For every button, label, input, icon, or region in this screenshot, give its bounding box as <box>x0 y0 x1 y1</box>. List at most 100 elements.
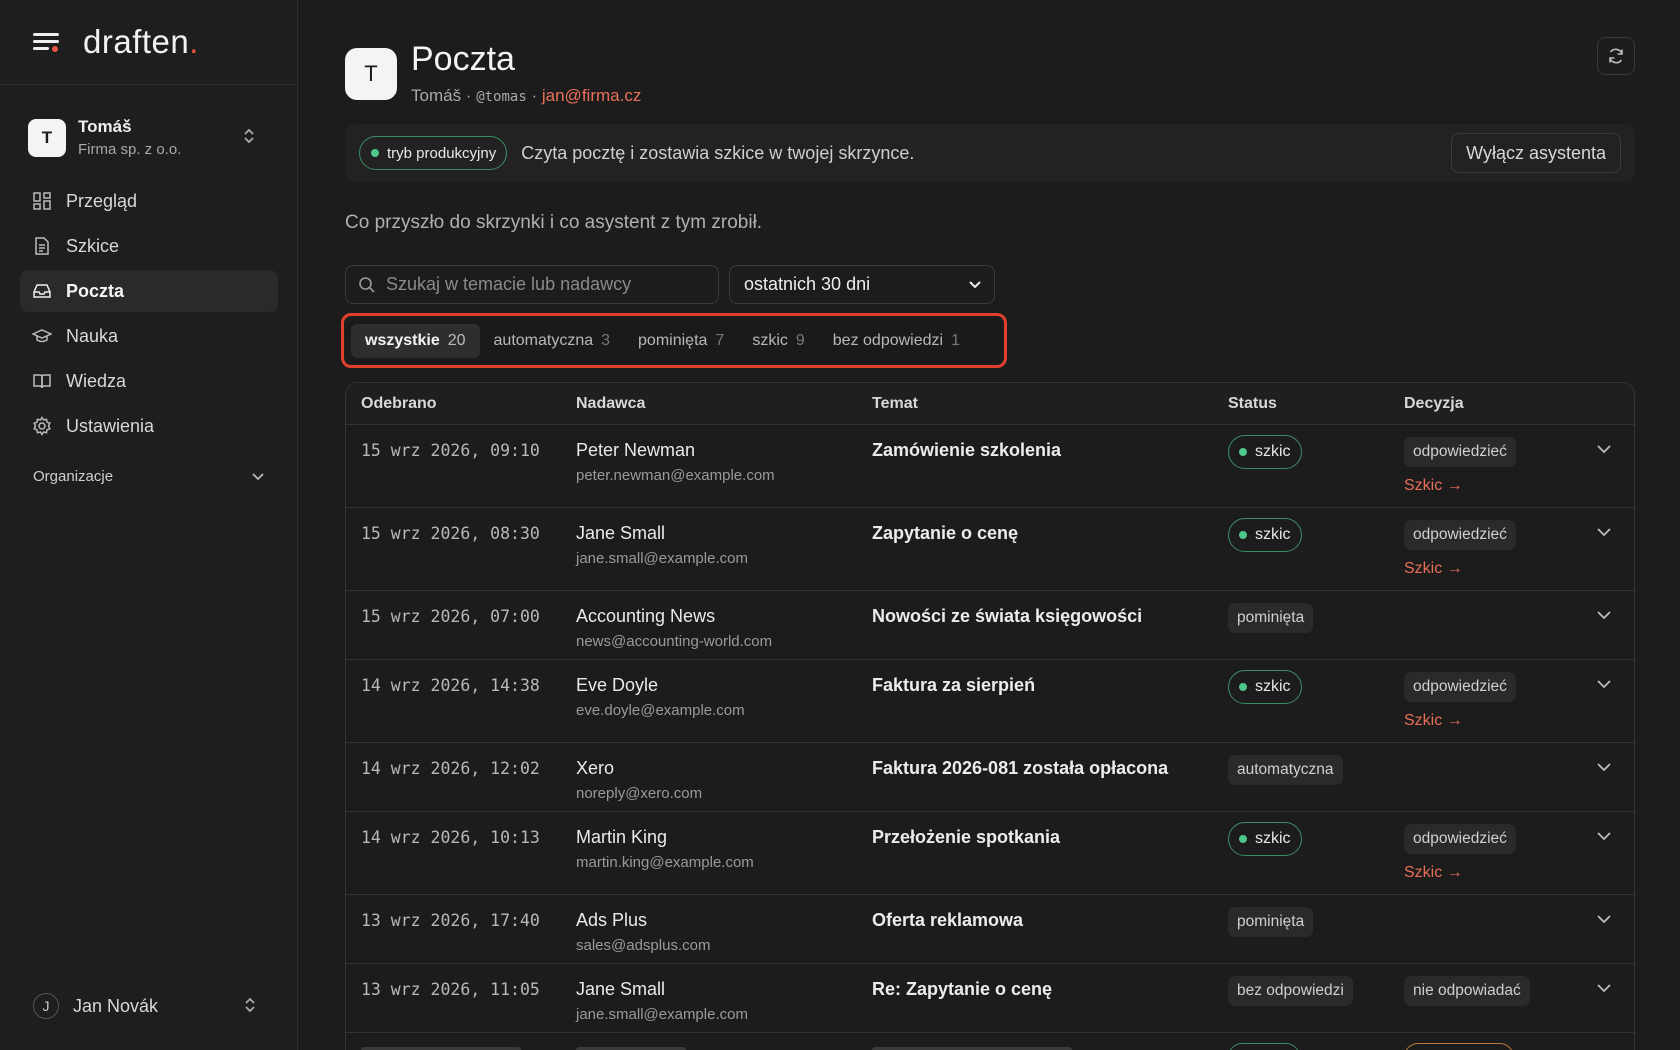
table-row[interactable]: 15 wrz 2026, 08:30 Jane Small jane.small@… <box>346 508 1634 591</box>
status-label: szkic <box>1255 443 1291 460</box>
status-dot <box>371 149 379 157</box>
nav-label: Wiedza <box>66 370 127 391</box>
sender-name: Jane Small <box>576 979 666 999</box>
expand-row-button[interactable] <box>1596 607 1612 625</box>
chevron-down-icon <box>1597 984 1611 993</box>
table-row[interactable]: 13 wrz 2026, 11:05 Jane Small jane.small@… <box>346 964 1634 1033</box>
workspace-switcher[interactable]: T Tomáš Firma sp. z o.o. <box>20 110 278 165</box>
search-box[interactable] <box>345 265 719 304</box>
user-menu[interactable]: J Jan Novák <box>33 993 265 1019</box>
sender: Xero noreply@xero.com <box>576 758 702 802</box>
table-header: Odebrano Nadawca Temat Status Decyzja <box>346 383 1634 425</box>
organizations-toggle[interactable]: Organizacje <box>33 468 265 485</box>
tab-automatyczna[interactable]: automatyczna 3 <box>480 324 625 358</box>
table-row[interactable]: 14 wrz 2026, 12:02 Xero noreply@xero.com … <box>346 743 1634 812</box>
brand-logo[interactable]: draften. <box>83 23 199 61</box>
tab-count: 9 <box>795 331 805 349</box>
received-date: 15 wrz 2026, 09:10 <box>361 441 540 460</box>
organizations-label: Organizacje <box>33 468 114 485</box>
status-badge: szkic <box>1228 822 1302 856</box>
tab-count: 1 <box>951 331 960 349</box>
sender-email: peter.newman@example.com <box>576 467 775 484</box>
decision-badge: odpowiedzieć <box>1404 672 1516 702</box>
nav-item-nauka[interactable]: Nauka <box>20 315 278 357</box>
column-decision[interactable]: Decyzja <box>1404 395 1464 413</box>
brand-bar: draften. <box>0 0 297 85</box>
chevron-down-icon <box>969 280 981 288</box>
expand-row-button[interactable] <box>1596 828 1612 846</box>
period-value: ostatnich 30 dni <box>744 274 871 294</box>
table-row[interactable]: 15 wrz 2026, 07:00 Accounting News news@a… <box>346 591 1634 660</box>
expand-row-button[interactable] <box>1596 980 1612 998</box>
expand-row-button[interactable] <box>1596 524 1612 542</box>
table-row[interactable]: 14 wrz 2026, 14:38 Eve Doyle eve.doyle@ex… <box>346 660 1634 743</box>
nav-label: Przegląd <box>66 190 138 211</box>
book-icon <box>33 374 51 389</box>
status-cell: szkic <box>1228 670 1302 704</box>
nav-item-wiedza[interactable]: Wiedza <box>20 360 278 402</box>
expand-row-button[interactable] <box>1596 441 1612 459</box>
tab-wszystkie[interactable]: wszystkie 20 <box>351 323 480 358</box>
decision-cell: nie odpowiadać <box>1404 974 1530 1006</box>
draft-link[interactable]: Szkic → <box>1404 477 1516 495</box>
table-row[interactable]: 15 wrz 2026, 09:10 Peter Newman peter.new… <box>346 425 1634 508</box>
sender-name: Ads Plus <box>576 910 648 930</box>
nav-label: Ustawienia <box>66 415 155 436</box>
page-avatar: T <box>345 48 397 100</box>
period-select[interactable]: ostatnich 30 dni <box>729 265 995 304</box>
table-row[interactable]: 14 wrz 2026, 10:13 Martin King martin.kin… <box>346 812 1634 895</box>
account-handle: @tomas <box>476 89 527 105</box>
tab-szkic[interactable]: szkic 9 <box>738 324 818 358</box>
column-subject[interactable]: Temat <box>872 395 918 413</box>
sender-name: Jane Small <box>576 523 666 543</box>
column-status[interactable]: Status <box>1228 395 1277 413</box>
search-input[interactable] <box>386 274 706 295</box>
workspace-avatar: T <box>28 118 66 157</box>
tab-pominieta[interactable]: pominięta 7 <box>624 324 738 358</box>
status-badge: szkic <box>1228 518 1302 552</box>
subject: Oferta reklamowa <box>872 910 1024 930</box>
expand-row-button[interactable] <box>1596 676 1612 694</box>
received-date: 15 wrz 2026, 08:30 <box>361 524 540 543</box>
table-row[interactable] <box>346 1033 1634 1050</box>
chevron-up-down-icon <box>245 997 255 1013</box>
status-dot <box>1239 835 1247 843</box>
refresh-icon <box>1609 48 1623 64</box>
expand-row-button[interactable] <box>1596 911 1612 929</box>
status-badge: pominięta <box>1228 603 1314 633</box>
refresh-button[interactable] <box>1597 37 1635 75</box>
disable-assistant-button[interactable]: Wyłącz asystenta <box>1451 133 1621 173</box>
sender: Martin King martin.king@example.com <box>576 827 754 871</box>
column-received[interactable]: Odebrano <box>361 395 437 413</box>
menu-icon[interactable] <box>33 31 59 53</box>
sender-email: sales@adsplus.com <box>576 937 711 954</box>
subject: Zamówienie szkolenia <box>872 440 1062 460</box>
status-badge: szkic <box>1228 670 1302 704</box>
draft-link[interactable]: Szkic → <box>1404 560 1516 578</box>
sender: Jane Small jane.small@example.com <box>576 979 748 1023</box>
account-email[interactable]: jan@firma.cz <box>542 86 641 105</box>
account-name: Tomáš <box>411 86 462 105</box>
received-date: 14 wrz 2026, 12:02 <box>361 759 540 778</box>
expand-row-button[interactable] <box>1596 759 1612 777</box>
decision-badge: odpowiedzieć <box>1404 520 1516 550</box>
status-cell: pominięta <box>1228 905 1314 937</box>
nav-item-poczta[interactable]: Poczta <box>20 270 278 312</box>
decision-badge <box>1404 1043 1514 1050</box>
table-row[interactable]: 13 wrz 2026, 17:40 Ads Plus sales@adsplus… <box>346 895 1634 964</box>
nav-item-szkice[interactable]: Szkice <box>20 225 278 267</box>
decision-cell: odpowiedzieć Szkic → <box>1404 670 1516 730</box>
nav-item-przeglad[interactable]: Przegląd <box>20 180 278 222</box>
draft-link[interactable]: Szkic → <box>1404 712 1516 730</box>
banner-text: Czyta pocztę i zostawia szkice w twojej … <box>521 142 915 163</box>
column-sender[interactable]: Nadawca <box>576 395 645 413</box>
chevron-down-icon <box>1597 763 1611 772</box>
nav-item-ustawienia[interactable]: Ustawienia <box>20 405 278 447</box>
subject: Re: Zapytanie o cenę <box>872 979 1053 999</box>
draft-link[interactable]: Szkic → <box>1404 864 1516 882</box>
sender-name: Eve Doyle <box>576 675 659 695</box>
tab-bez-odpowiedzi[interactable]: bez odpowiedzi 1 <box>819 324 974 358</box>
chevron-up-down-icon <box>244 128 254 144</box>
received-date: 13 wrz 2026, 17:40 <box>361 911 540 930</box>
sender: Peter Newman peter.newman@example.com <box>576 440 775 484</box>
